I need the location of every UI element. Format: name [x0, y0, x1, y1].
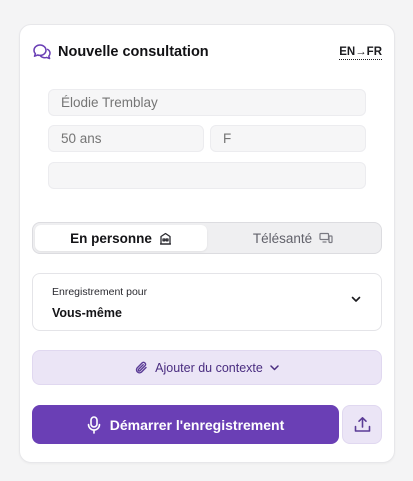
start-recording-label: Démarrer l'enregistrement — [109, 416, 285, 433]
chevron-down-icon — [351, 296, 361, 303]
page-title: Nouvelle consultation — [58, 44, 209, 60]
mode-telehealth-button[interactable]: Télésanté — [207, 225, 379, 251]
building-icon — [159, 232, 172, 245]
add-context-label: Ajouter du contexte — [155, 360, 263, 375]
patient-age-field[interactable] — [48, 125, 204, 152]
title-group: Nouvelle consultation — [32, 43, 209, 61]
microphone-icon — [87, 415, 101, 434]
upload-button[interactable] — [342, 405, 382, 444]
language-toggle[interactable]: EN→FR — [339, 45, 382, 60]
chat-bubbles-icon — [32, 43, 52, 61]
patient-extra-field[interactable] — [48, 162, 366, 189]
recording-for-value: Vous-même — [52, 306, 122, 320]
paperclip-icon — [135, 361, 148, 375]
upload-icon — [354, 416, 371, 433]
patient-name-field[interactable] — [48, 89, 366, 116]
mode-in-person-button[interactable]: En personne — [35, 225, 207, 251]
recording-for-label: Enregistrement pour — [52, 286, 148, 298]
consultation-card: Nouvelle consultation EN→FR En personne … — [19, 24, 395, 463]
mode-telehealth-label: Télésanté — [252, 230, 313, 246]
add-context-button[interactable]: Ajouter du contexte — [32, 350, 382, 385]
start-recording-button[interactable]: Démarrer l'enregistrement — [32, 405, 339, 444]
patient-sex-field[interactable] — [210, 125, 366, 152]
chevron-down-icon — [270, 364, 279, 371]
recording-for-select[interactable]: Enregistrement pour Vous-même — [32, 273, 382, 331]
card-header: Nouvelle consultation EN→FR — [32, 41, 382, 63]
devices-icon — [319, 232, 333, 244]
consultation-mode-toggle: En personne Télésanté — [32, 222, 382, 254]
mode-in-person-label: En personne — [70, 230, 152, 246]
